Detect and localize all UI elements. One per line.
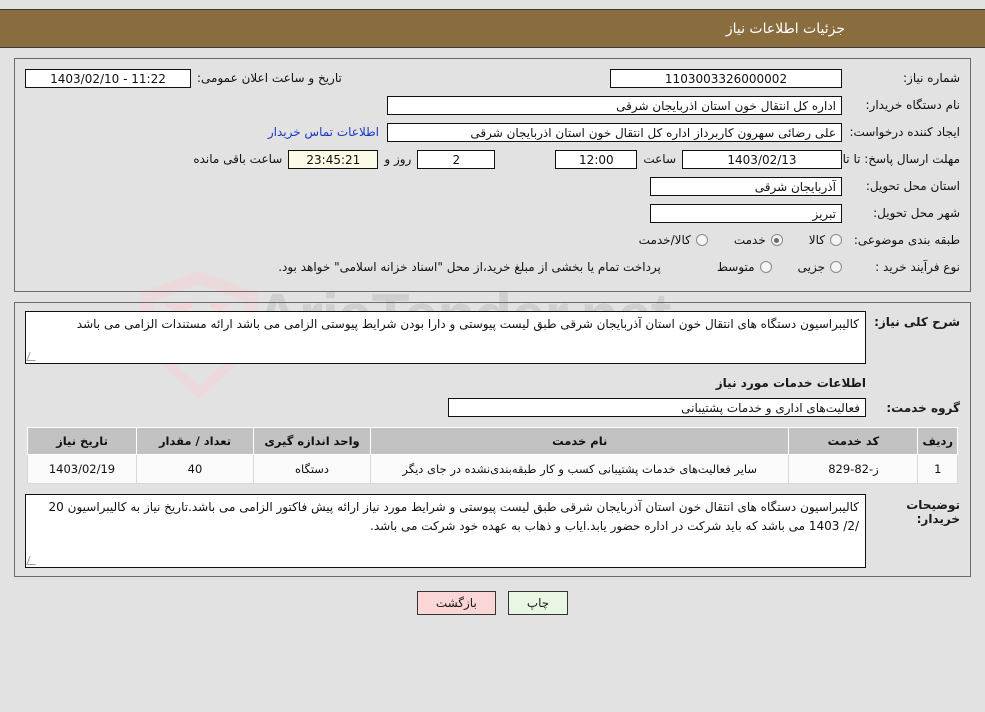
category-option-label: کالا/خدمت — [638, 233, 691, 247]
buyer-notes-label: توضیحات خریدار: — [906, 498, 960, 526]
process-radio-group: جزیی متوسط — [691, 260, 842, 274]
table-row: 1 ز-82-829 سایر فعالیت‌های خدمات پشتیبان… — [27, 454, 958, 484]
items-table: ردیف کد خدمت نام خدمت واحد اندازه گیری ت… — [27, 427, 958, 484]
row-deadline: مهلت ارسال پاسخ: تا تاریخ: 1403/02/13 سا… — [25, 148, 960, 170]
cell-radif: 1 — [917, 454, 958, 484]
th-qty: تعداد / مقدار — [136, 427, 254, 455]
deadline-label: مهلت ارسال پاسخ: تا تاریخ: — [821, 152, 960, 166]
city-value: تبریز — [650, 203, 842, 223]
page-title: جزئیات اطلاعات نیاز — [725, 20, 845, 37]
remaining-label: ساعت باقی مانده — [193, 152, 283, 166]
th-radif: ردیف — [917, 427, 958, 455]
items-table-wrapper: ردیف کد خدمت نام خدمت واحد اندازه گیری ت… — [25, 427, 960, 484]
th-unit: واحد اندازه گیری — [253, 427, 371, 455]
cell-name: سایر فعالیت‌های خدمات پشتیبانی کسب و کار… — [369, 454, 790, 484]
deadline-date-value: 1403/02/13 — [682, 149, 842, 169]
category-option-kala-khedmat[interactable]: کالا/خدمت — [639, 233, 708, 247]
row-buyer-org: نام دستگاه خریدار: اداره کل انتقال خون ا… — [25, 94, 960, 116]
cell-code: ز-82-829 — [788, 454, 919, 484]
services-panel: شرح کلی نیاز: کالیبراسیون دستگاه های انت… — [14, 302, 971, 577]
announce-datetime-value: 11:22 - 1403/02/10 — [25, 68, 191, 88]
payment-note: پرداخت تمام یا بخشی از مبلغ خرید،از محل … — [278, 260, 661, 274]
need-number-label: شماره نیاز: — [903, 71, 960, 85]
need-info-panel: شماره نیاز: 1103003326000002 تاریخ و ساع… — [14, 58, 971, 292]
general-description-text[interactable]: کالیبراسیون دستگاه های انتقال خون استان … — [25, 311, 866, 364]
th-date: تاریخ نیاز — [27, 427, 137, 455]
buyer-org-label: نام دستگاه خریدار: — [865, 98, 961, 112]
page-header: جزئیات اطلاعات نیاز — [0, 9, 985, 48]
need-number-value: 1103003326000002 — [610, 68, 842, 88]
row-general-description: شرح کلی نیاز: کالیبراسیون دستگاه های انت… — [25, 311, 960, 364]
hour-label: ساعت — [643, 152, 676, 166]
category-option-label: کالا — [808, 233, 825, 247]
category-option-khedmat[interactable]: خدمت — [734, 233, 783, 247]
radio-icon[interactable] — [830, 234, 842, 246]
province-label: استان محل تحویل: — [865, 179, 960, 193]
category-label: طبقه بندی موضوعی: — [853, 233, 960, 247]
print-button[interactable]: چاپ — [507, 591, 569, 615]
cell-qty: 40 — [136, 454, 254, 484]
cell-date: 1403/02/19 — [27, 454, 137, 484]
category-option-kala[interactable]: کالا — [809, 233, 842, 247]
creator-label: ایجاد کننده درخواست: — [849, 125, 960, 139]
category-option-label: خدمت — [733, 233, 766, 247]
deadline-time-value: 12:00 — [555, 149, 638, 169]
table-header-row: ردیف کد خدمت نام خدمت واحد اندازه گیری ت… — [27, 427, 958, 455]
row-process-type: نوع فرآیند خرید : جزیی متوسط پرداخت تمام… — [25, 256, 960, 278]
buyer-notes-text[interactable]: کالیبراسیون دستگاه های انتقال خون استان … — [25, 494, 866, 568]
radio-icon[interactable] — [830, 261, 842, 273]
back-button[interactable]: بازگشت — [416, 591, 496, 615]
province-value: آذربایجان شرقی — [650, 176, 842, 196]
services-section-title: اطلاعات خدمات مورد نیاز — [715, 376, 866, 390]
radio-icon[interactable] — [695, 234, 708, 246]
process-option-label: جزیی — [797, 260, 825, 274]
service-group-label: گروه خدمت: — [886, 400, 960, 415]
general-description-label: شرح کلی نیاز: — [874, 315, 960, 329]
buyer-contact-link[interactable]: اطلاعات تماس خریدار — [260, 125, 387, 139]
process-option-label: متوسط — [716, 260, 755, 274]
row-city: شهر محل تحویل: تبریز — [25, 202, 960, 224]
category-radio-group: کالا خدمت کالا/خدمت — [613, 233, 842, 247]
row-need-number: شماره نیاز: 1103003326000002 تاریخ و ساع… — [25, 67, 960, 89]
announce-datetime-label: تاریخ و ساعت اعلان عمومی: — [197, 71, 342, 85]
radio-icon[interactable] — [759, 261, 772, 273]
service-group-value: فعالیت‌های اداری و خدمات پشتیبانی — [448, 398, 866, 417]
process-option-motavaset[interactable]: متوسط — [717, 260, 772, 274]
days-remaining-value: 2 — [417, 149, 496, 169]
row-province: استان محل تحویل: آذربایجان شرقی — [25, 175, 960, 197]
countdown-timer: 23:45:21 — [288, 149, 379, 169]
th-name: نام خدمت — [369, 427, 790, 455]
radio-icon[interactable] — [770, 234, 783, 246]
process-option-jozei[interactable]: جزیی — [798, 260, 842, 274]
days-label: روز و — [384, 152, 412, 166]
button-bar: چاپ بازگشت — [0, 591, 985, 615]
row-creator: ایجاد کننده درخواست: علی رضائی سهرون کار… — [25, 121, 960, 143]
th-code: کد خدمت — [788, 427, 919, 455]
row-category: طبقه بندی موضوعی: کالا خدمت کالا/خدمت — [25, 229, 960, 251]
creator-value: علی رضائی سهرون کاربرداز اداره کل انتقال… — [387, 122, 842, 142]
city-label: شهر محل تحویل: — [873, 206, 960, 220]
row-buyer-notes: توضیحات خریدار: کالیبراسیون دستگاه های ا… — [25, 494, 960, 568]
cell-unit: دستگاه — [253, 454, 371, 484]
process-label: نوع فرآیند خرید : — [875, 260, 960, 274]
buyer-org-value: اداره کل انتقال خون استان اذربایجان شرقی — [387, 95, 842, 115]
row-service-group: گروه خدمت: فعالیت‌های اداری و خدمات پشتی… — [25, 398, 960, 417]
